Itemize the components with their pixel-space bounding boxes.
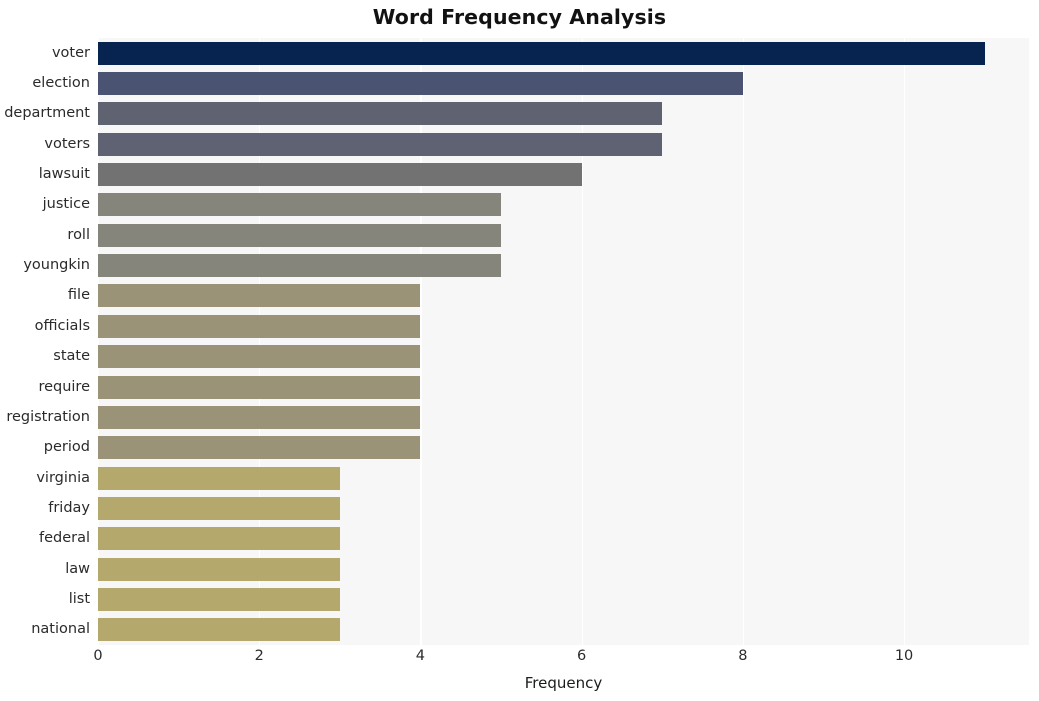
bar-national[interactable] [98,618,340,642]
y-axis-tick-labels: voter election department voters lawsuit just… [0,38,90,645]
y-tick-label-period: period [43,439,90,456]
x-tick-label-10: 10 [894,648,914,664]
y-tick-label-require: require [38,378,90,395]
y-tick-label-federal: federal [38,530,90,547]
y-tick-label-department: department [4,105,90,122]
y-tick-label-officials: officials [34,317,90,334]
bar-youngkin[interactable] [98,254,502,278]
word-frequency-chart-figure: Word Frequency Analysis voter election dep… [0,0,1039,701]
bar-voter[interactable] [98,41,985,65]
y-tick-label-justice: justice [42,196,90,213]
y-tick-label-list: list [68,590,90,607]
bar-law[interactable] [98,557,340,581]
y-tick-label-file: file [67,287,90,304]
plot-area [98,38,1029,645]
chart-title: Word Frequency Analysis [372,5,667,29]
bar-list[interactable] [98,587,340,611]
bar-justice[interactable] [98,193,502,217]
bar-file[interactable] [98,284,421,308]
bar-voters[interactable] [98,132,663,156]
bars-container [98,38,1029,645]
x-tick-label-6: 6 [577,648,587,664]
bar-require[interactable] [98,375,421,399]
x-tick-label-2: 2 [254,648,264,664]
bar-election[interactable] [98,72,743,96]
y-tick-label-youngkin: youngkin [23,257,90,274]
y-tick-label-voters: voters [44,135,90,152]
bar-registration[interactable] [98,405,421,429]
y-tick-label-national: national [31,621,90,638]
y-tick-label-lawsuit: lawsuit [38,166,90,183]
x-tick-label-4: 4 [415,648,426,664]
bar-virginia[interactable] [98,466,340,490]
y-tick-label-voter: voter [51,44,90,61]
y-tick-label-virginia: virginia [36,469,90,486]
bar-lawsuit[interactable] [98,163,582,187]
y-tick-label-roll: roll [67,226,90,243]
bar-federal[interactable] [98,527,340,551]
x-tick-label-0: 0 [93,648,103,664]
y-tick-label-state: state [53,348,90,365]
x-tick-label-8: 8 [738,648,748,664]
y-tick-label-registration: registration [6,408,90,425]
x-axis-tick-labels: 0 2 4 6 8 10 [93,648,1029,672]
bar-friday[interactable] [98,496,340,520]
bar-state[interactable] [98,345,421,369]
x-axis-title: Frequency [524,674,603,692]
y-tick-label-friday: friday [48,499,90,516]
bar-roll[interactable] [98,223,502,247]
bar-department[interactable] [98,102,663,126]
bar-period[interactable] [98,436,421,460]
y-tick-label-law: law [65,560,90,577]
bar-officials[interactable] [98,314,421,338]
y-tick-label-election: election [32,75,90,92]
